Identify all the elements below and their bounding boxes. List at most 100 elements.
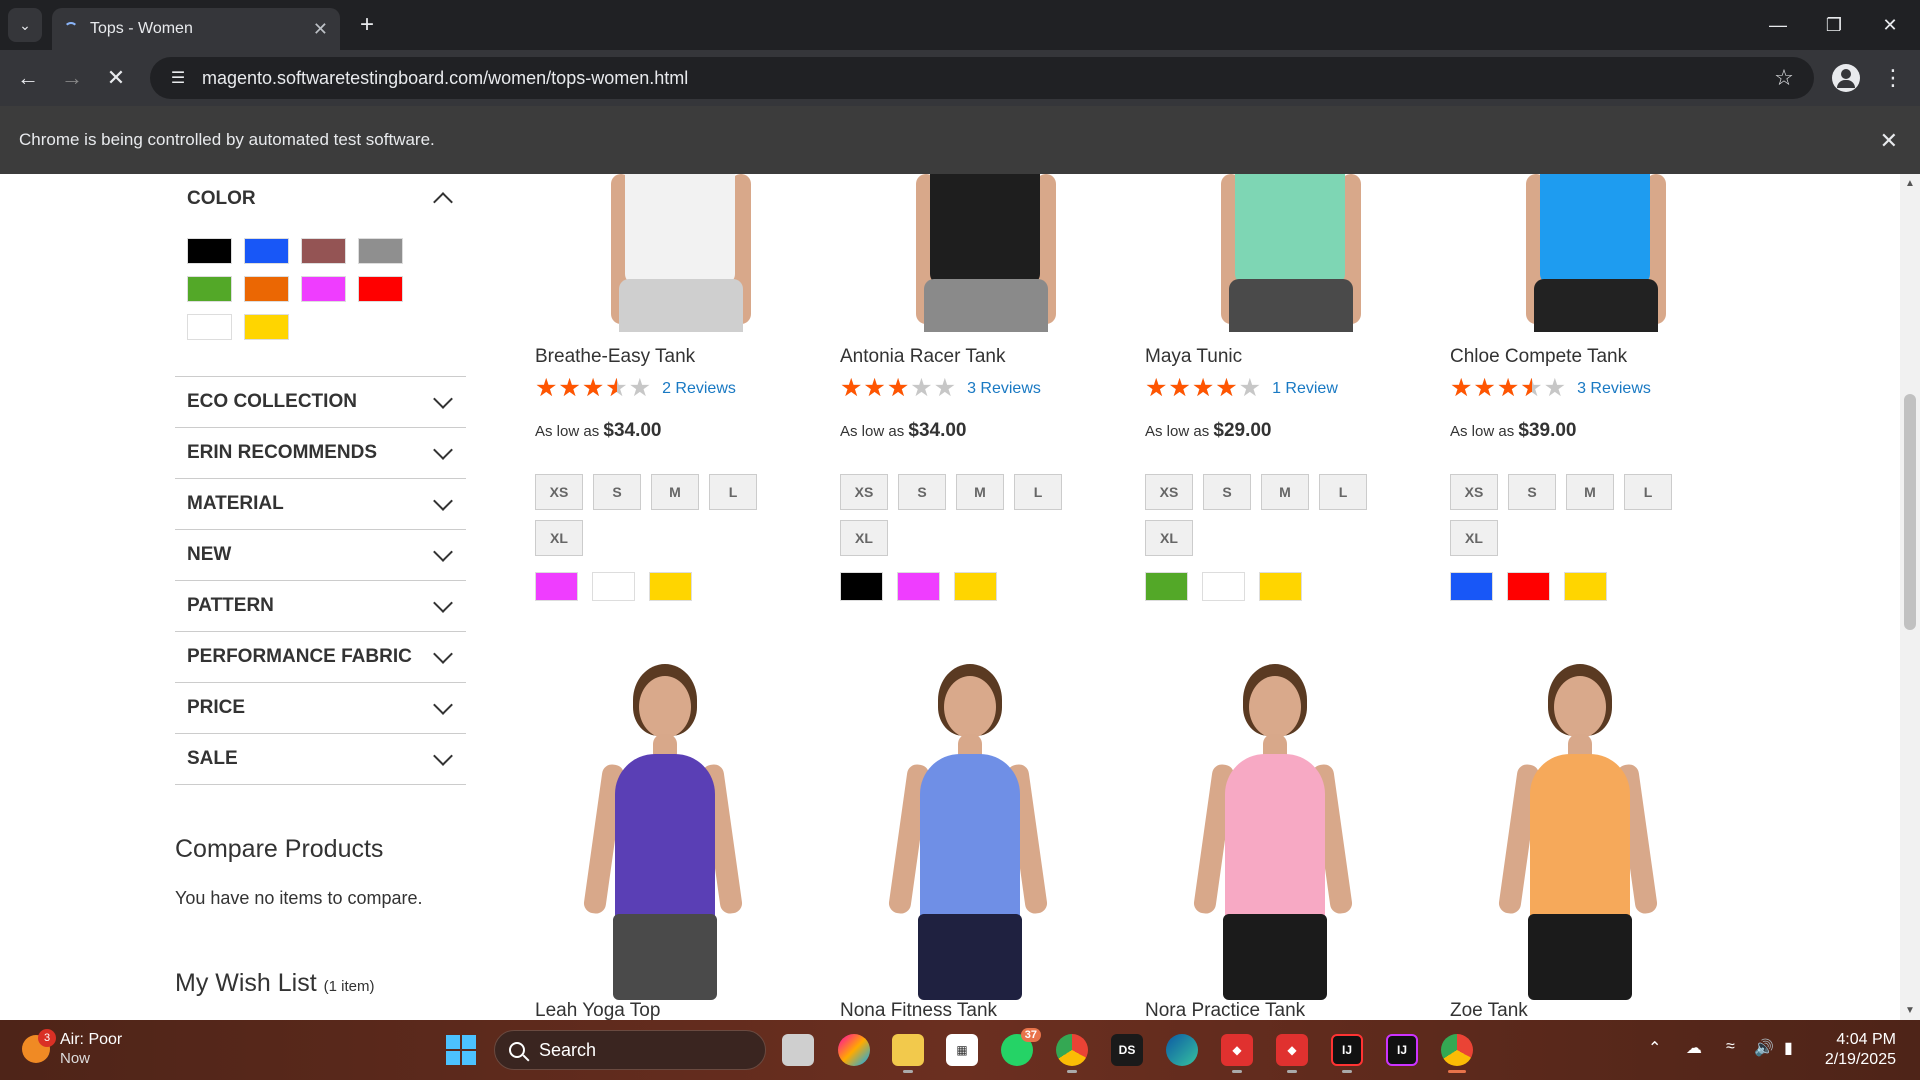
address-bar[interactable]: ☰ magento.softwaretestingboard.com/women… [150,57,1814,99]
color-option[interactable] [840,572,883,601]
restore-button[interactable]: ❐ [1806,0,1862,50]
back-button[interactable]: ← [12,62,44,94]
size-option[interactable]: S [898,474,946,510]
size-option[interactable]: XS [1145,474,1193,510]
tab-close-icon[interactable]: ✕ [313,19,328,40]
size-option[interactable]: M [1261,474,1309,510]
size-option[interactable]: M [956,474,1004,510]
filter-header[interactable]: MATERIAL [175,479,466,530]
profile-avatar-icon[interactable] [1832,64,1860,92]
task-view-icon[interactable] [782,1034,814,1066]
scroll-up-icon[interactable]: ▲ [1905,178,1915,189]
intellij-second-icon[interactable]: IJ [1386,1034,1418,1066]
product-name[interactable]: Leah Yoga Top [535,1000,660,1020]
filter-header[interactable]: PRICE [175,683,466,734]
taskbar-search[interactable]: Search [494,1030,766,1070]
datagrip-icon[interactable]: DS [1111,1034,1143,1066]
wifi-icon[interactable]: ≈ [1726,1038,1735,1056]
filter-color-header[interactable]: COLOR [175,174,466,224]
intellij-icon[interactable]: IJ [1331,1034,1363,1066]
size-option[interactable]: L [1624,474,1672,510]
chrome-profile-icon[interactable] [1056,1034,1088,1066]
color-option[interactable] [1564,572,1607,601]
product-name[interactable]: Nona Fitness Tank [840,1000,997,1020]
filter-header[interactable]: PERFORMANCE FABRIC [175,632,466,683]
color-swatch[interactable] [244,238,289,264]
browser-menu-icon[interactable]: ⋮ [1878,62,1908,94]
stop-loading-button[interactable]: ✕ [100,62,132,94]
product-image[interactable] [840,174,1090,332]
product-name[interactable]: Chloe Compete Tank [1450,346,1627,368]
product-name[interactable]: Zoe Tank [1450,1000,1528,1020]
site-info-icon[interactable]: ☰ [158,68,198,88]
color-option[interactable] [1145,572,1188,601]
size-option[interactable]: M [1566,474,1614,510]
size-option[interactable]: XS [1450,474,1498,510]
system-clock[interactable]: 4:04 PM 2/19/2025 [1812,1030,1896,1070]
whatsapp-icon[interactable]: 37 [1001,1028,1041,1066]
product-image[interactable] [535,664,785,1000]
size-option[interactable]: S [1203,474,1251,510]
product-image[interactable] [1450,174,1700,332]
filter-header[interactable]: SALE [175,734,466,785]
tab-search-button[interactable]: ⌄ [8,8,42,42]
size-option[interactable]: XL [535,520,583,556]
color-option[interactable] [535,572,578,601]
filter-header[interactable]: ECO COLLECTION [175,377,466,428]
forward-button[interactable]: → [56,62,88,94]
url-text[interactable]: magento.softwaretestingboard.com/women/t… [202,68,1764,89]
edge-icon[interactable] [1166,1034,1198,1066]
wishlist-title-text[interactable]: My Wish List [175,969,317,997]
color-option[interactable] [592,572,635,601]
infobar-close-icon[interactable]: ✕ [1880,128,1898,154]
reviews-link[interactable]: 3 Reviews [1577,380,1651,398]
color-option[interactable] [1450,572,1493,601]
new-tab-button[interactable]: + [352,10,382,40]
color-swatch[interactable] [301,238,346,264]
reviews-link[interactable]: 2 Reviews [662,380,736,398]
anydesk-second-icon[interactable]: ◆ [1276,1034,1308,1066]
product-name[interactable]: Antonia Racer Tank [840,346,1005,368]
reviews-link[interactable]: 3 Reviews [967,380,1041,398]
size-option[interactable]: XS [840,474,888,510]
anydesk-icon[interactable]: ◆ [1221,1034,1253,1066]
scroll-down-icon[interactable]: ▼ [1905,1005,1915,1016]
size-option[interactable]: L [709,474,757,510]
color-option[interactable] [954,572,997,601]
battery-icon[interactable]: ▮ [1784,1038,1793,1058]
show-hidden-icons-icon[interactable]: ⌃ [1648,1038,1661,1058]
color-option[interactable] [897,572,940,601]
color-swatch[interactable] [358,276,403,302]
page-scrollbar[interactable]: ▲ ▼ [1900,174,1920,1020]
color-option[interactable] [1259,572,1302,601]
close-window-button[interactable]: ✕ [1862,0,1918,50]
product-image[interactable] [535,174,785,332]
color-swatch[interactable] [301,276,346,302]
weather-widget[interactable]: 3 Air: Poor Now [22,1028,122,1067]
size-option[interactable]: M [651,474,699,510]
product-name[interactable]: Nora Practice Tank [1145,1000,1305,1020]
color-swatch[interactable] [187,276,232,302]
color-swatch[interactable] [358,238,403,264]
size-option[interactable]: S [1508,474,1556,510]
size-option[interactable]: XL [1145,520,1193,556]
windows-start-icon[interactable] [446,1035,476,1065]
size-option[interactable]: XS [535,474,583,510]
color-swatch[interactable] [187,238,232,264]
filter-header[interactable]: PATTERN [175,581,466,632]
product-image[interactable] [1145,174,1395,332]
chrome-icon[interactable] [1441,1034,1473,1066]
product-image[interactable] [1145,664,1395,1000]
size-option[interactable]: L [1319,474,1367,510]
bookmark-star-icon[interactable]: ☆ [1764,65,1804,91]
cloud-sync-icon[interactable]: ☁ [1686,1038,1702,1058]
size-option[interactable]: S [593,474,641,510]
color-option[interactable] [1202,572,1245,601]
color-swatch[interactable] [187,314,232,340]
copilot-icon[interactable] [838,1034,870,1066]
color-option[interactable] [649,572,692,601]
product-name[interactable]: Breathe-Easy Tank [535,346,695,368]
size-option[interactable]: XL [1450,520,1498,556]
color-swatch[interactable] [244,276,289,302]
color-option[interactable] [1507,572,1550,601]
